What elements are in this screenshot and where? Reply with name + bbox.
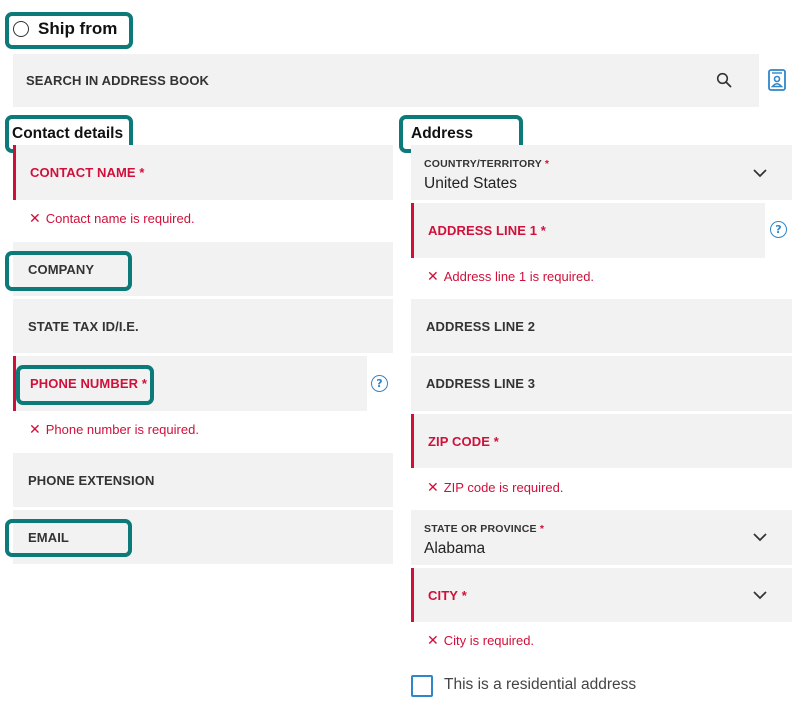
- address-line1-error: ✕ Address line 1 is required.: [427, 268, 595, 284]
- state-select[interactable]: STATE OR PROVINCE * Alabama: [411, 510, 792, 565]
- help-icon[interactable]: ?: [770, 221, 787, 238]
- address-line2-field[interactable]: ADDRESS LINE 2: [411, 299, 792, 353]
- chevron-down-icon[interactable]: [752, 529, 768, 545]
- address-line2-label: ADDRESS LINE 2: [426, 318, 536, 334]
- zip-code-field[interactable]: ZIP CODE *: [411, 414, 792, 468]
- state-label: STATE OR PROVINCE: [424, 523, 537, 535]
- phone-extension-label: PHONE EXTENSION: [28, 472, 155, 488]
- address-line3-label: ADDRESS LINE 3: [426, 376, 536, 391]
- required-marker: *: [544, 158, 550, 170]
- email-highlight: [5, 519, 132, 557]
- state-value: Alabama: [424, 540, 486, 557]
- error-icon: ✕: [427, 479, 439, 495]
- residential-checkbox[interactable]: [411, 675, 433, 697]
- error-icon: ✕: [427, 632, 439, 648]
- country-select[interactable]: COUNTRY/TERRITORY * United States: [411, 145, 792, 200]
- country-label: COUNTRY/TERRITORY: [424, 158, 542, 170]
- address-line1-field[interactable]: ADDRESS LINE 1 *: [411, 203, 765, 258]
- zip-code-error: ✕ ZIP code is required.: [427, 479, 564, 495]
- contact-details-title: Contact details: [12, 125, 124, 142]
- required-marker: *: [139, 165, 145, 180]
- chevron-down-icon[interactable]: [752, 165, 768, 181]
- state-tax-label: STATE TAX ID/I.E.: [28, 318, 139, 334]
- residential-label[interactable]: This is a residential address: [444, 676, 636, 694]
- error-icon: ✕: [29, 421, 41, 437]
- address-book-search-label: SEARCH IN ADDRESS BOOK: [26, 73, 210, 88]
- required-marker: *: [493, 433, 499, 449]
- address-line3-field[interactable]: ADDRESS LINE 3: [411, 356, 792, 411]
- city-error: ✕ City is required.: [427, 632, 535, 648]
- contact-name-field[interactable]: CONTACT NAME *: [13, 145, 393, 200]
- chevron-down-icon[interactable]: [752, 587, 768, 603]
- error-icon: ✕: [427, 268, 439, 284]
- company-highlight: [5, 251, 132, 291]
- contact-name-error: ✕ Contact name is required.: [29, 210, 195, 226]
- required-marker: *: [539, 523, 545, 535]
- city-select[interactable]: CITY *: [411, 568, 792, 622]
- phone-number-error: ✕ Phone number is required.: [29, 421, 199, 437]
- required-marker: *: [540, 223, 546, 238]
- ship-from-label: Ship from: [38, 19, 118, 38]
- ship-from-radio[interactable]: [13, 21, 29, 37]
- address-book-search[interactable]: SEARCH IN ADDRESS BOOK: [13, 54, 759, 107]
- contact-name-label: CONTACT NAME: [30, 165, 136, 180]
- search-icon[interactable]: [716, 72, 732, 88]
- help-icon[interactable]: ?: [371, 375, 388, 392]
- phone-number-highlight: [16, 365, 154, 405]
- address-title: Address: [411, 125, 474, 142]
- phone-extension-field[interactable]: PHONE EXTENSION: [13, 453, 393, 507]
- state-tax-field[interactable]: STATE TAX ID/I.E.: [13, 299, 393, 353]
- country-value: United States: [424, 175, 518, 192]
- error-icon: ✕: [29, 210, 41, 226]
- address-book-icon[interactable]: [767, 68, 787, 92]
- address-line1-label: ADDRESS LINE 1: [428, 223, 538, 238]
- required-marker: *: [461, 587, 467, 603]
- city-label: CITY: [428, 587, 459, 603]
- zip-code-label: ZIP CODE: [428, 433, 490, 449]
